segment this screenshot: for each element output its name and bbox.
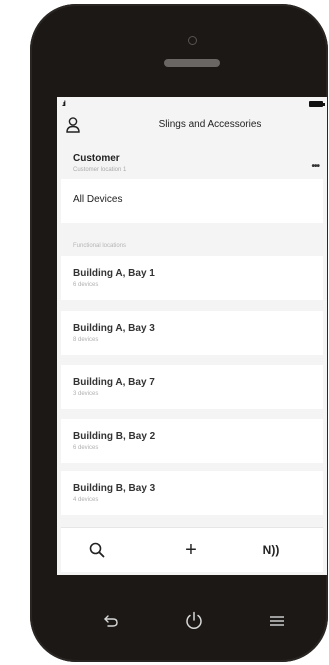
- phone-screen: .ıl Slings and Accessories Customer Cust…: [57, 97, 327, 575]
- customer-location: Customer location 1: [73, 167, 127, 173]
- add-icon[interactable]: +: [179, 538, 203, 562]
- location-title: Building B, Bay 3: [73, 483, 156, 494]
- location-item-building-a-bay-7[interactable]: Building A, Bay 7 3 devices: [61, 365, 323, 409]
- location-item-building-a-bay-1[interactable]: Building A, Bay 1 6 devices: [61, 256, 323, 300]
- section-label-functional-locations: Functional locations: [73, 243, 127, 249]
- location-item-building-b-bay-2[interactable]: Building B, Bay 2 6 devices: [61, 419, 323, 463]
- location-title: Building A, Bay 3: [73, 323, 155, 334]
- bottom-toolbar: + N)): [61, 527, 323, 572]
- location-device-count: 8 devices: [73, 337, 99, 343]
- earpiece-speaker: [164, 59, 220, 67]
- location-item-building-a-bay-3[interactable]: Building A, Bay 3 8 devices: [61, 311, 323, 355]
- signal-icon: .ıl: [62, 101, 66, 108]
- location-title: Building A, Bay 7: [73, 377, 155, 388]
- back-icon[interactable]: [98, 608, 124, 634]
- app-header: Slings and Accessories: [57, 111, 327, 139]
- page-title: Slings and Accessories: [158, 119, 262, 130]
- all-devices-item[interactable]: All Devices: [61, 179, 323, 223]
- location-item-building-b-bay-3[interactable]: Building B, Bay 3 4 devices: [61, 471, 323, 515]
- menu-icon[interactable]: [264, 608, 290, 634]
- power-icon[interactable]: [181, 608, 207, 634]
- nfc-icon[interactable]: N)): [259, 538, 283, 562]
- battery-icon: [309, 101, 325, 107]
- location-device-count: 4 devices: [73, 497, 99, 503]
- more-options-icon[interactable]: •••: [311, 161, 319, 172]
- customer-selector[interactable]: Customer Customer location 1 •••: [57, 139, 327, 177]
- location-device-count: 6 devices: [73, 282, 99, 288]
- front-camera: [188, 36, 197, 45]
- status-bar: .ıl: [57, 97, 327, 111]
- location-title: Building A, Bay 1: [73, 268, 155, 279]
- search-icon[interactable]: [85, 538, 109, 562]
- canvas: .ıl Slings and Accessories Customer Cust…: [0, 0, 329, 665]
- location-title: Building B, Bay 2: [73, 431, 156, 442]
- customer-name: Customer: [73, 153, 120, 164]
- location-device-count: 3 devices: [73, 391, 99, 397]
- all-devices-label: All Devices: [73, 194, 123, 205]
- location-device-count: 6 devices: [73, 445, 99, 451]
